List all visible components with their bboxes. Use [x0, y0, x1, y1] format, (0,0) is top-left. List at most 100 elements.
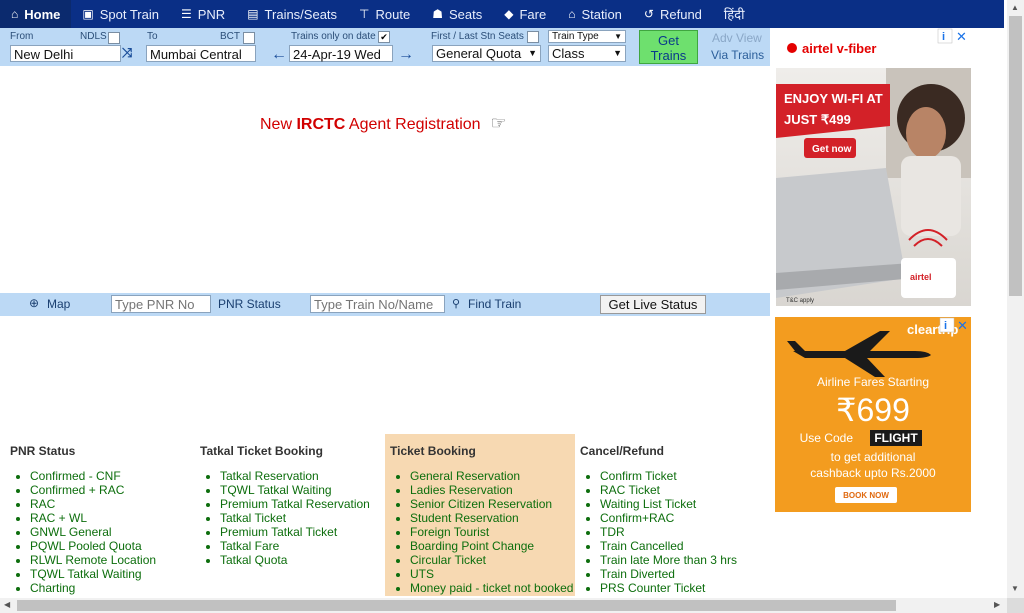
- swap-icon[interactable]: ⤨: [122, 45, 132, 61]
- promo-prefix: New: [260, 116, 297, 133]
- promo-suffix: Agent Registration: [345, 116, 481, 133]
- nav-station[interactable]: ⌂ Station: [557, 0, 633, 28]
- list-item[interactable]: General Reservation: [410, 469, 573, 483]
- nav-hindi[interactable]: हिंदी: [713, 0, 756, 28]
- nav-label: Station: [581, 6, 622, 22]
- from-station-input[interactable]: New Delhi: [10, 45, 121, 62]
- list-item[interactable]: Tatkal Fare: [220, 539, 370, 553]
- column-title: Cancel/Refund: [580, 444, 665, 458]
- date-input[interactable]: 24-Apr-19 Wed: [289, 45, 393, 62]
- airtel-ad[interactable]: airtel v-fiber i ✕ ENJOY WI-FI AT JUST ₹…: [776, 28, 971, 306]
- list-item[interactable]: Money paid - ticket not booked: [410, 581, 573, 595]
- from-label: From: [10, 31, 34, 42]
- list-item[interactable]: GNWL General: [30, 525, 156, 539]
- scroll-left-icon[interactable]: ◀: [4, 600, 10, 609]
- to-station-input[interactable]: Mumbai Central: [146, 45, 256, 62]
- ad2-code: FLIGHT: [874, 431, 918, 445]
- list-item[interactable]: UTS: [410, 567, 573, 581]
- ad1-brand: airtel v-fiber: [802, 41, 876, 56]
- list-item[interactable]: Confirmed + RAC: [30, 483, 156, 497]
- pnr-input[interactable]: [111, 295, 211, 313]
- home-icon: ⌂: [11, 7, 19, 21]
- to-checkbox[interactable]: [243, 32, 255, 44]
- find-train-button[interactable]: Find Train: [468, 297, 521, 311]
- nav-label: हिंदी: [723, 7, 745, 22]
- scroll-up-icon[interactable]: ▲: [1011, 3, 1019, 12]
- list-item[interactable]: TQWL Tatkal Waiting: [30, 567, 156, 581]
- nav-label: Fare: [519, 6, 547, 22]
- list-item[interactable]: Premium Tatkal Reservation: [220, 497, 370, 511]
- list-item[interactable]: PQWL Pooled Quota: [30, 539, 156, 553]
- vertical-scrollbar[interactable]: ▲ ▼: [1007, 0, 1024, 598]
- list-item[interactable]: Train Diverted: [600, 567, 737, 581]
- nav-home[interactable]: ⌂ Home: [0, 0, 72, 28]
- train-type-select[interactable]: Train Type ▼: [548, 30, 626, 43]
- scrollbar-corner: [1007, 598, 1024, 613]
- list-item[interactable]: Waiting List Ticket: [600, 497, 737, 511]
- list-item[interactable]: RAC + WL: [30, 511, 156, 525]
- list-item[interactable]: Ladies Reservation: [410, 483, 573, 497]
- train-search-input[interactable]: [310, 295, 445, 313]
- list-item[interactable]: Circular Ticket: [410, 553, 573, 567]
- chevron-down-icon: ▼: [528, 48, 537, 58]
- scrollbar-thumb[interactable]: [17, 600, 896, 611]
- airtel-logo-icon: [787, 43, 797, 53]
- class-select[interactable]: Class ▼: [548, 45, 626, 62]
- next-date-icon[interactable]: →: [398, 46, 414, 64]
- list-item[interactable]: Boarding Point Change: [410, 539, 573, 553]
- tag-icon: ◆: [504, 7, 514, 21]
- list-item[interactable]: Confirmed - CNF: [30, 469, 156, 483]
- list-item[interactable]: Tatkal Reservation: [220, 469, 370, 483]
- nav-spot-train[interactable]: ▣ Spot Train: [71, 0, 170, 28]
- list-item[interactable]: Train late More than 3 hrs: [600, 553, 737, 567]
- quota-select[interactable]: General Quota ▼: [432, 45, 541, 62]
- nav-pnr[interactable]: ☰ PNR: [170, 0, 236, 28]
- nav-refund[interactable]: ↺ Refund: [633, 0, 713, 28]
- nav-fare[interactable]: ◆ Fare: [493, 0, 557, 28]
- horizontal-scrollbar[interactable]: ◀ ▶: [0, 598, 1007, 613]
- pnr-status-button[interactable]: PNR Status: [218, 297, 281, 311]
- ad2-line4: cashback upto Rs.2000: [810, 466, 936, 480]
- scrollbar-thumb[interactable]: [1009, 16, 1022, 296]
- quota-checkbox[interactable]: [527, 31, 539, 43]
- list-item[interactable]: PRS Counter Ticket: [600, 581, 737, 595]
- list-item[interactable]: RAC Ticket: [600, 483, 737, 497]
- nav-seats[interactable]: ☗ Seats: [421, 0, 493, 28]
- cleartrip-ad[interactable]: cleartrip i ✕ Airline Fares Starting ₹69…: [775, 317, 971, 512]
- adv-view-link[interactable]: Adv View: [712, 31, 762, 45]
- promo-brand: IRCTC: [296, 116, 346, 133]
- list-item[interactable]: TQWL Tatkal Waiting: [220, 483, 370, 497]
- link-list: Confirm Ticket RAC Ticket Waiting List T…: [580, 469, 737, 595]
- top-nav: ⌂ Home ▣ Spot Train ☰ PNR ▤ Trains/Seats ⊤ Ro…: [0, 0, 1004, 28]
- search-icon: ⚲: [452, 298, 461, 310]
- list-item[interactable]: Foreign Tourist: [410, 525, 573, 539]
- scroll-right-icon[interactable]: ▶: [994, 600, 1000, 609]
- list-item[interactable]: Charting: [30, 581, 156, 595]
- to-code: BCT: [220, 31, 240, 42]
- from-checkbox[interactable]: [108, 32, 120, 44]
- list-item[interactable]: Premium Tatkal Ticket: [220, 525, 370, 539]
- list-item[interactable]: Tatkal Ticket: [220, 511, 370, 525]
- nav-trains-seats[interactable]: ▤ Trains/Seats: [236, 0, 348, 28]
- list-item[interactable]: Student Reservation: [410, 511, 573, 525]
- scroll-down-icon[interactable]: ▼: [1011, 584, 1019, 593]
- prev-date-icon[interactable]: ←: [271, 46, 287, 64]
- get-live-status-button[interactable]: Get Live Status: [600, 295, 706, 314]
- list-item[interactable]: RLWL Remote Location: [30, 553, 156, 567]
- list-item[interactable]: Confirm+RAC: [600, 511, 737, 525]
- nav-label: Spot Train: [99, 6, 159, 22]
- list-item[interactable]: Train Cancelled: [600, 539, 737, 553]
- agent-registration-link[interactable]: New IRCTC Agent Registration ☞: [260, 113, 507, 134]
- date-only-checkbox[interactable]: ✔: [378, 31, 390, 43]
- list-item[interactable]: Confirm Ticket: [600, 469, 737, 483]
- list-item[interactable]: RAC: [30, 497, 156, 511]
- map-link[interactable]: Map: [47, 297, 70, 311]
- nav-label: PNR: [197, 6, 226, 22]
- nav-route[interactable]: ⊤ Route: [348, 0, 421, 28]
- list-item[interactable]: TDR: [600, 525, 737, 539]
- get-trains-button[interactable]: Get Trains: [639, 30, 698, 64]
- list-item[interactable]: Tatkal Quota: [220, 553, 370, 567]
- via-trains-link[interactable]: Via Trains: [711, 48, 764, 62]
- ad1-line1: ENJOY WI-FI AT: [784, 91, 883, 106]
- list-item[interactable]: Senior Citizen Reservation: [410, 497, 573, 511]
